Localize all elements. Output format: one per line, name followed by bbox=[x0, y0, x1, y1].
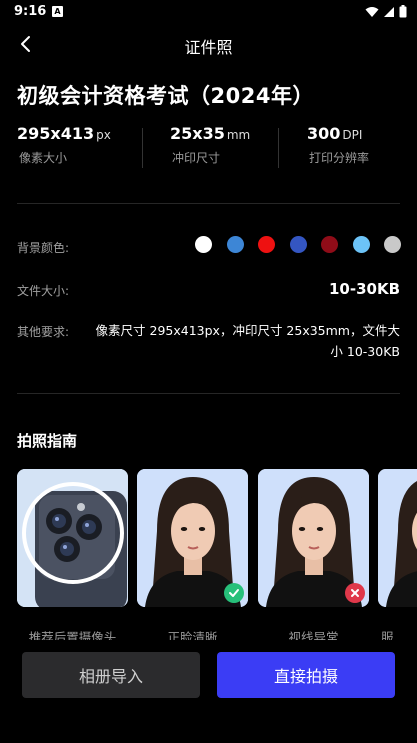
divider bbox=[142, 128, 143, 168]
status-time: 9:16 bbox=[14, 4, 47, 19]
color-swatch-gray[interactable] bbox=[384, 236, 401, 253]
spec-label: 冲印尺寸 bbox=[172, 151, 221, 165]
x-icon bbox=[345, 583, 365, 603]
rear-camera-icon bbox=[17, 469, 128, 607]
spec-unit: px bbox=[96, 128, 111, 142]
other-requirements-value: 像素尺寸 295x413px，冲印尺寸 25x35mm，文件大小 10-30KB bbox=[95, 323, 400, 359]
sample-portrait-image bbox=[378, 469, 417, 607]
spec-label: 像素大小 bbox=[19, 151, 68, 165]
spec-pixel-size: 295x413 px 像素大小 bbox=[17, 124, 111, 166]
guide-card-gaze-abnormal bbox=[258, 469, 369, 607]
guide-card-face-clear bbox=[137, 469, 248, 607]
divider bbox=[17, 393, 400, 394]
spec-print-size: 25x35 mm 冲印尺寸 bbox=[170, 124, 250, 166]
color-swatch-dark-red[interactable] bbox=[321, 236, 338, 253]
spec-value: 25x35 bbox=[170, 124, 225, 143]
top-app-bar: 证件照 bbox=[0, 24, 417, 64]
battery-icon bbox=[399, 5, 407, 18]
status-bar: 9:16 A bbox=[0, 0, 417, 24]
exam-title: 初级会计资格考试（2024年） bbox=[17, 84, 314, 108]
guide-carousel[interactable]: 推荐后置摄像头 正脸清晰 视线异常 服 bbox=[17, 469, 417, 649]
file-size-value: 10-30KB bbox=[328, 280, 400, 298]
color-swatch-white[interactable] bbox=[195, 236, 212, 253]
divider bbox=[17, 203, 400, 204]
spec-label: 打印分辨率 bbox=[309, 151, 370, 165]
bottom-action-bar: 相册导入 直接拍摄 bbox=[0, 640, 417, 743]
system-icons bbox=[365, 5, 407, 18]
spec-value: 295x413 bbox=[17, 124, 95, 143]
guide-card-clothing bbox=[378, 469, 417, 607]
signal-icon bbox=[384, 6, 394, 17]
album-import-button[interactable]: 相册导入 bbox=[22, 652, 200, 698]
color-swatch-blue[interactable] bbox=[226, 236, 244, 253]
guide-title: 拍照指南 bbox=[17, 432, 78, 450]
take-photo-button[interactable]: 直接拍摄 bbox=[217, 652, 395, 698]
notification-icon: A bbox=[52, 6, 63, 17]
file-size-label: 文件大小: bbox=[17, 284, 70, 298]
spec-resolution: 300 DPI 打印分辨率 bbox=[307, 124, 369, 166]
page-title: 证件照 bbox=[184, 38, 233, 57]
color-swatch-dark-blue[interactable] bbox=[289, 236, 307, 253]
color-swatch-red[interactable] bbox=[258, 236, 275, 253]
divider bbox=[278, 128, 279, 168]
photo-specs: 295x413 px 像素大小 25x35 mm 冲印尺寸 300 DPI 打印分辨率 bbox=[0, 124, 417, 172]
color-swatch-light-blue[interactable] bbox=[352, 236, 370, 253]
background-color-picker bbox=[195, 236, 401, 253]
spec-value: 300 bbox=[307, 124, 341, 143]
wifi-icon bbox=[365, 6, 379, 17]
background-color-label: 背景颜色: bbox=[17, 241, 70, 255]
other-requirements-label: 其他要求: bbox=[17, 325, 70, 339]
guide-card-rear-camera bbox=[17, 469, 128, 607]
spec-unit: DPI bbox=[342, 128, 363, 142]
spec-unit: mm bbox=[226, 128, 251, 142]
check-icon bbox=[224, 583, 244, 603]
